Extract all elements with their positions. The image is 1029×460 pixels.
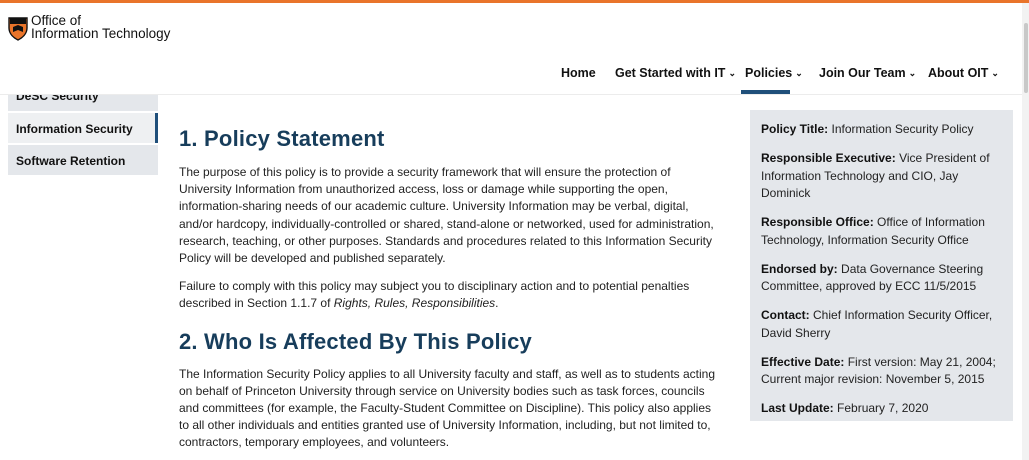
info-label: Responsible Office: xyxy=(761,215,874,229)
nav-get-started[interactable]: Get Started with IT ⌄ xyxy=(615,66,736,80)
sidebar-item-desc-security[interactable]: DeSC Security xyxy=(8,95,158,113)
info-responsible-executive: Responsible Executive: Vice President of… xyxy=(761,150,1002,203)
sidebar-item-label: DeSC Security xyxy=(16,95,99,103)
logo-text: Office of Information Technology xyxy=(31,14,171,41)
policy-info-box: Policy Title: Information Security Polic… xyxy=(750,110,1013,421)
info-value: February 7, 2020 xyxy=(837,401,929,415)
sidebar: DeSC Security Information Security Softw… xyxy=(8,95,158,177)
nav-home[interactable]: Home xyxy=(561,66,596,80)
nav-about-label: About OIT xyxy=(928,66,989,80)
chevron-down-icon: ⌄ xyxy=(991,68,999,78)
who-is-affected-paragraph: The Information Security Policy applies … xyxy=(179,366,716,450)
info-label: Endorsed by: xyxy=(761,261,838,276)
sidebar-item-label: Software Retention xyxy=(16,154,126,168)
sidebar-item-information-security[interactable]: Information Security xyxy=(8,113,158,145)
chevron-down-icon: ⌄ xyxy=(728,68,736,78)
info-label: Policy Title: xyxy=(761,122,829,136)
policy-statement-paragraph: The purpose of this policy is to provide… xyxy=(179,165,714,266)
nav-about-oit[interactable]: About OIT ⌄ xyxy=(928,66,999,80)
info-effective-date: Effective Date: First version: May 21, 2… xyxy=(761,354,1002,389)
sidebar-item-label: Information Security xyxy=(16,122,133,136)
oit-logo[interactable]: Office of Information Technology xyxy=(8,14,170,41)
nav-join-our-team[interactable]: Join Our Team ⌄ xyxy=(819,66,916,80)
info-contact: Contact: Chief Information Security Offi… xyxy=(761,307,1002,342)
page-scrollbar[interactable] xyxy=(1022,3,1029,460)
nav-home-label: Home xyxy=(561,66,596,80)
main-nav: Home Get Started with IT ⌄ Policies ⌄ Join… xyxy=(0,66,1029,94)
info-responsible-office: Responsible Office: Office of Informatio… xyxy=(761,214,1002,249)
nav-policies[interactable]: Policies ⌄ xyxy=(745,66,803,80)
nav-join-label: Join Our Team xyxy=(819,66,906,80)
section-heading-who-is-affected: 2. Who Is Affected By This Policy xyxy=(179,328,532,354)
info-label: Responsible Executive: xyxy=(761,151,896,165)
penalties-paragraph: Failure to comply with this policy may s… xyxy=(179,278,724,312)
logo-line-2: Information Technology xyxy=(31,26,171,41)
sidebar-item-software-retention[interactable]: Software Retention xyxy=(8,145,158,177)
chevron-down-icon: ⌄ xyxy=(908,68,917,78)
info-label: Effective Date: xyxy=(761,354,845,369)
scrollbar-thumb[interactable] xyxy=(1024,23,1028,93)
nav-policies-label: Policies xyxy=(745,66,793,80)
info-label: Last Update: xyxy=(761,401,834,415)
nav-get-started-label: Get Started with IT xyxy=(615,66,726,80)
top-accent-bar xyxy=(0,0,1029,3)
info-value: Information Security Policy xyxy=(831,122,974,136)
rights-rules-link[interactable]: Rights, Rules, Responsibilities xyxy=(334,296,495,310)
section-heading-policy-statement: 1. Policy Statement xyxy=(179,126,385,151)
main-content: 1. Policy Statement The purpose of this … xyxy=(179,126,724,452)
info-endorsed-by: Endorsed by: Data Governance Steering Co… xyxy=(761,261,1002,296)
info-last-update: Last Update: February 7, 2020 xyxy=(761,400,1002,418)
info-label: Contact: xyxy=(761,308,810,322)
penalties-end: . xyxy=(495,296,499,311)
chevron-down-icon: ⌄ xyxy=(795,68,803,78)
princeton-shield-icon xyxy=(8,17,28,41)
info-policy-title: Policy Title: Information Security Polic… xyxy=(761,121,1002,139)
